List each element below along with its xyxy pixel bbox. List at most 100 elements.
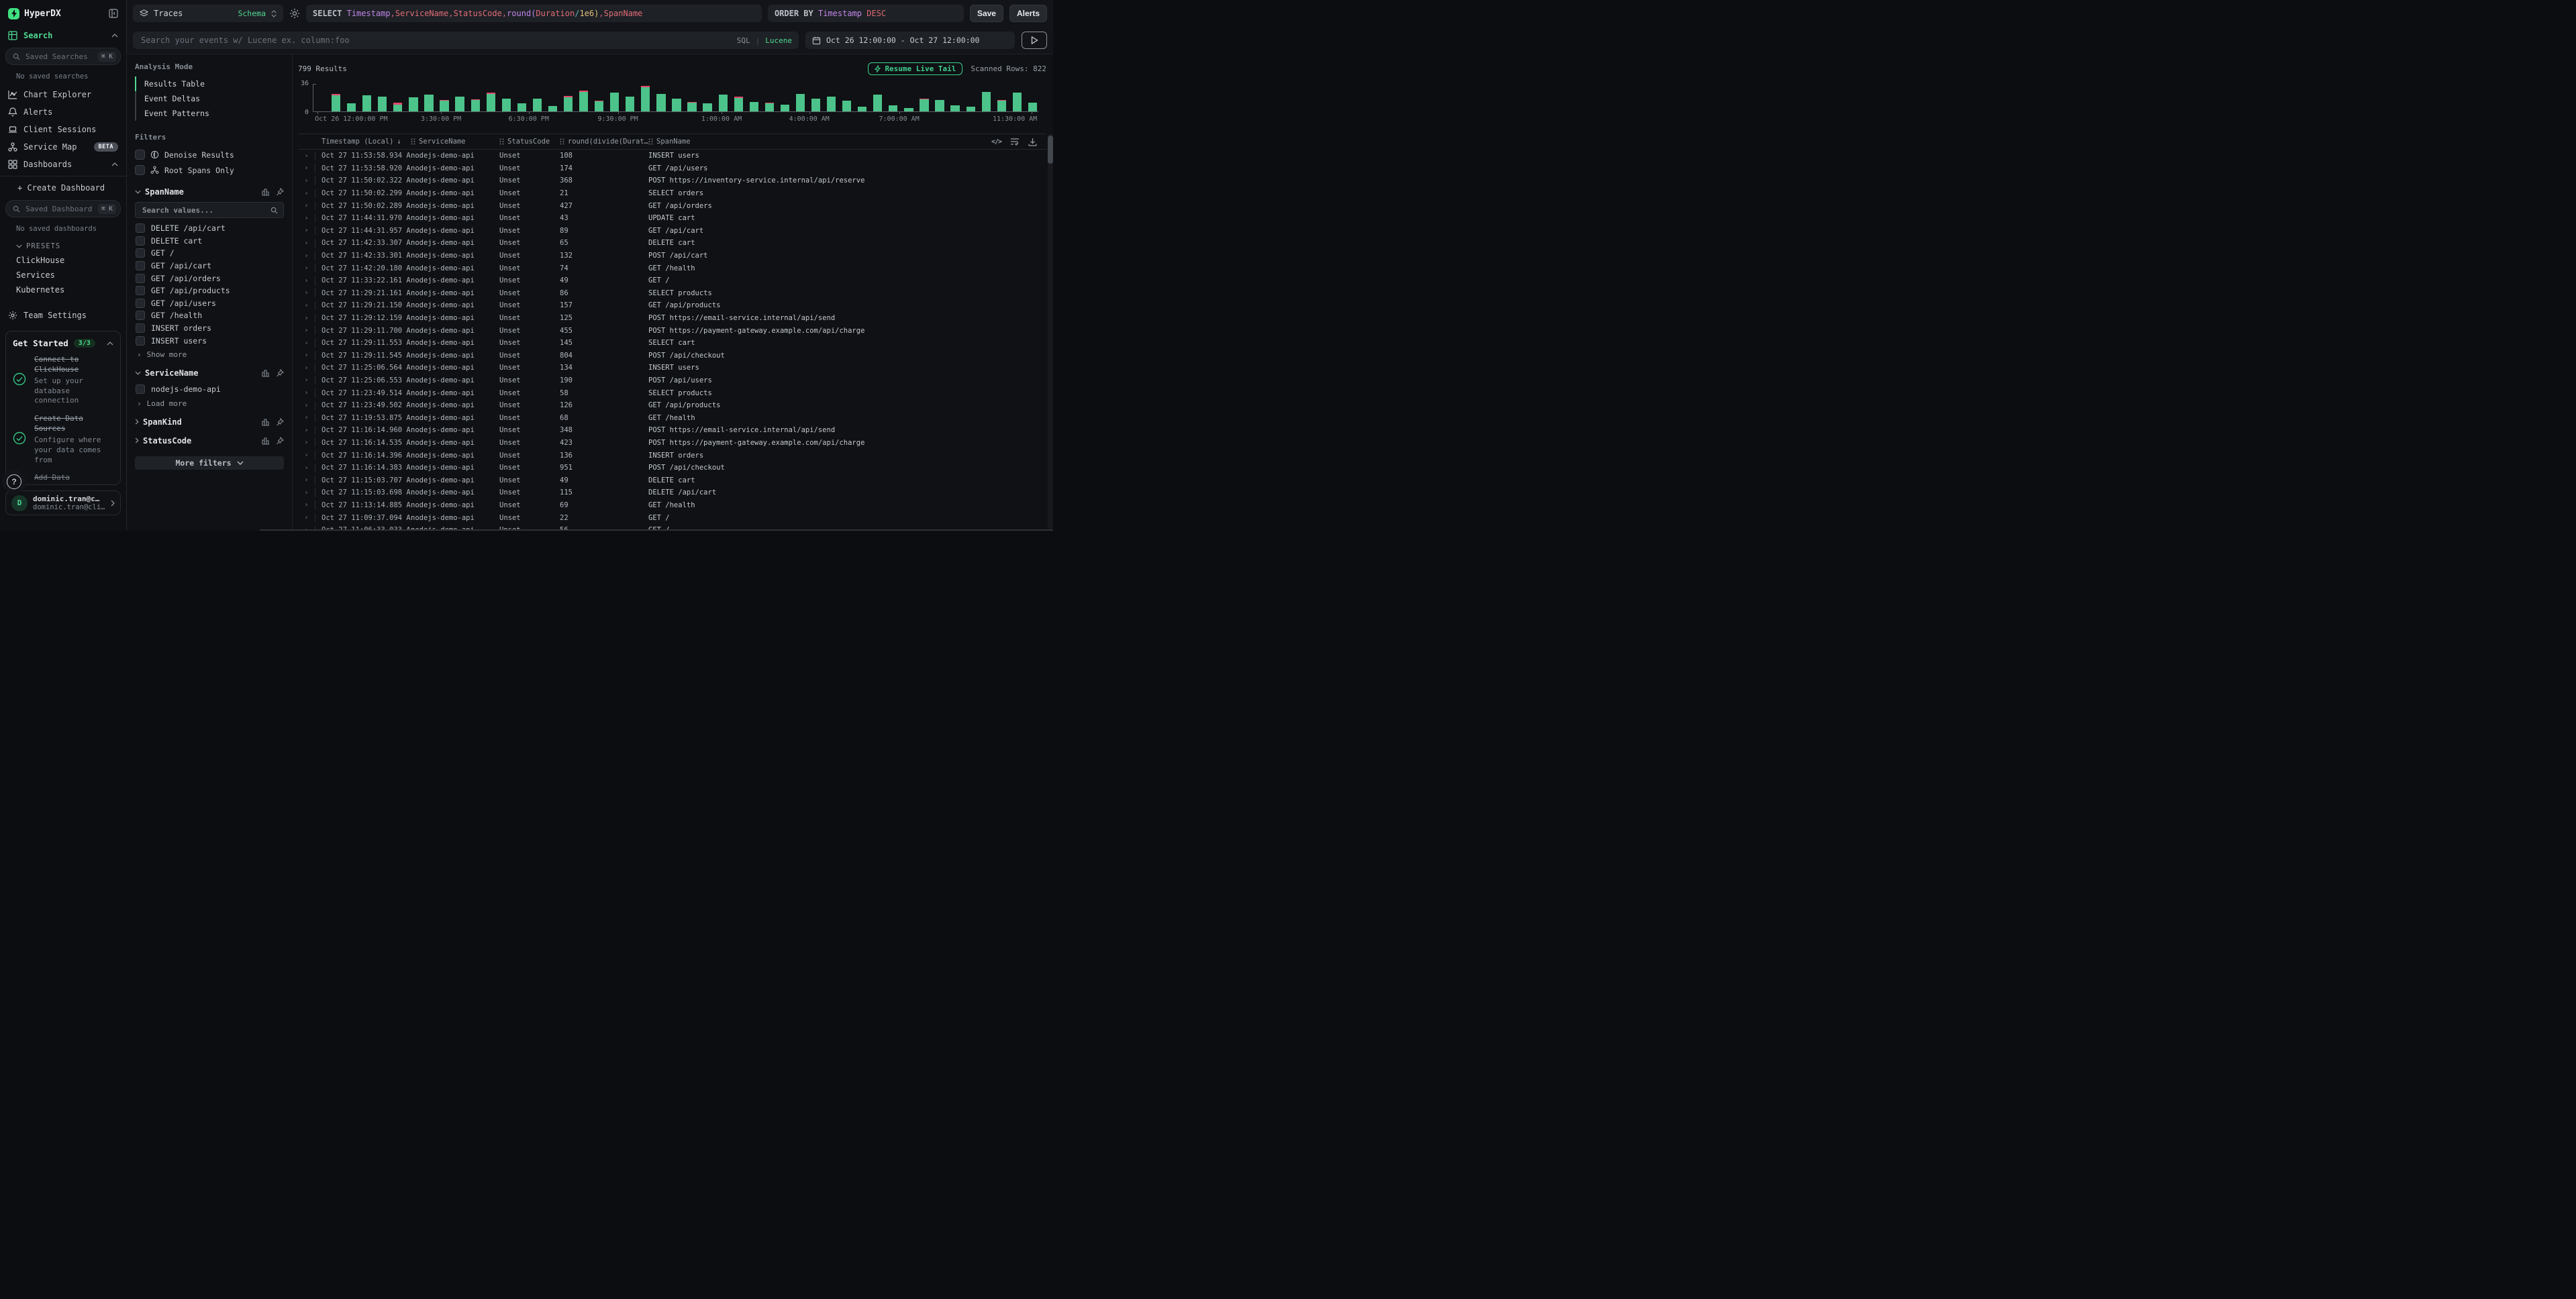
histogram-bar[interactable] — [918, 84, 930, 111]
saved-dashboards-input[interactable]: ⌘ K — [5, 200, 121, 217]
chevron-up-icon[interactable] — [111, 162, 118, 166]
histogram-bar[interactable] — [671, 84, 682, 111]
save-button[interactable]: Save — [970, 5, 1003, 22]
order-by-input[interactable]: ORDER BY Timestamp DESC — [768, 5, 964, 22]
expand-row-icon[interactable]: › — [298, 376, 315, 384]
histogram-bar[interactable] — [315, 84, 326, 111]
filter-value-delete-api-cart[interactable]: DELETE /api/cart — [135, 222, 284, 235]
table-row[interactable]: ›Oct 27 11:16:14.396 AMnodejs-demo-apiUn… — [298, 449, 1046, 462]
preset-services[interactable]: Services — [0, 268, 126, 282]
table-row[interactable]: ›Oct 27 11:42:20.180 AMnodejs-demo-apiUn… — [298, 262, 1046, 274]
column-header-servicename[interactable]: ServiceName — [411, 138, 499, 146]
filter-value-get-api-products[interactable]: GET /api/products — [135, 284, 284, 297]
histogram-bar[interactable] — [687, 84, 698, 111]
table-row[interactable]: ›Oct 27 11:53:58.920 AMnodejs-demo-apiUn… — [298, 162, 1046, 175]
column-header-duration[interactable]: round(divide(Durat… — [560, 138, 648, 146]
chart-icon[interactable] — [262, 418, 270, 426]
histogram-bar[interactable] — [501, 84, 512, 111]
expand-row-icon[interactable]: › — [298, 289, 315, 297]
run-query-button[interactable] — [1022, 32, 1047, 49]
table-row[interactable]: ›Oct 27 11:16:14.960 AMnodejs-demo-apiUn… — [298, 424, 1046, 437]
root-spans-only-toggle[interactable]: Root Spans Only — [135, 162, 284, 178]
histogram-bar[interactable] — [856, 84, 868, 111]
expand-row-icon[interactable]: › — [298, 326, 315, 335]
vertical-scrollbar[interactable] — [1048, 134, 1053, 529]
filter-group-servicename[interactable]: ServiceName — [135, 368, 284, 378]
table-row[interactable]: ›Oct 27 11:23:49.514 AMnodejs-demo-apiUn… — [298, 386, 1046, 399]
expand-row-icon[interactable]: › — [298, 513, 315, 522]
table-row[interactable]: ›Oct 27 11:33:22.161 AMnodejs-demo-apiUn… — [298, 274, 1046, 287]
preset-kubernetes[interactable]: Kubernetes — [0, 282, 126, 297]
sidebar-item-team-settings[interactable]: Team Settings — [0, 307, 126, 324]
table-row[interactable]: ›Oct 27 11:23:49.502 AMnodejs-demo-apiUn… — [298, 399, 1046, 412]
mode-event-patterns[interactable]: Event Patterns — [135, 106, 284, 121]
filter-value-get-api-orders[interactable]: GET /api/orders — [135, 272, 284, 284]
histogram-bar[interactable] — [655, 84, 666, 111]
table-row[interactable]: ›Oct 27 11:15:03.707 AMnodejs-demo-apiUn… — [298, 474, 1046, 486]
expand-row-icon[interactable]: › — [298, 339, 315, 348]
resume-live-tail-button[interactable]: Resume Live Tail — [868, 62, 962, 75]
chart-icon[interactable] — [262, 369, 270, 377]
filter-value-search[interactable] — [135, 202, 284, 218]
histogram-bar[interactable] — [485, 84, 497, 111]
table-row[interactable]: ›Oct 27 11:42:33.307 AMnodejs-demo-apiUn… — [298, 237, 1046, 250]
expand-row-icon[interactable]: › — [298, 501, 315, 509]
filter-value-nodejs-demo-api[interactable]: nodejs-demo-api — [135, 383, 284, 396]
histogram-bar[interactable] — [547, 84, 558, 111]
source-select[interactable]: Traces Schema — [133, 5, 283, 22]
histogram-bar[interactable] — [950, 84, 961, 111]
histogram-bar[interactable] — [795, 84, 806, 111]
expand-row-icon[interactable]: › — [298, 451, 315, 460]
filter-value-get-api-users[interactable]: GET /api/users — [135, 297, 284, 310]
chart-icon[interactable] — [262, 437, 270, 445]
expand-row-icon[interactable]: › — [298, 301, 315, 310]
event-search-input[interactable]: SQL | Lucene — [133, 32, 799, 49]
histogram-bar[interactable] — [562, 84, 574, 111]
histogram-bar[interactable] — [717, 84, 729, 111]
preset-clickhouse[interactable]: ClickHouse — [0, 253, 126, 268]
histogram-bar[interactable] — [346, 84, 357, 111]
histogram-bar[interactable] — [532, 84, 543, 111]
filter-group-spanname[interactable]: SpanName — [135, 187, 284, 197]
histogram-bar[interactable] — [392, 84, 403, 111]
pin-icon[interactable] — [276, 437, 284, 445]
get-started-item[interactable]: Add Data Start sending — [13, 473, 113, 485]
filter-group-spankind[interactable]: SpanKind — [135, 417, 284, 427]
table-row[interactable]: ›Oct 27 11:50:02.289 AMnodejs-demo-apiUn… — [298, 199, 1046, 212]
filter-value-get-health[interactable]: GET /health — [135, 309, 284, 322]
event-search-field[interactable] — [140, 35, 732, 46]
expand-row-icon[interactable]: › — [298, 401, 315, 410]
histogram-bar[interactable] — [702, 84, 713, 111]
checkbox[interactable] — [136, 323, 145, 333]
table-row[interactable]: ›Oct 27 11:29:12.159 AMnodejs-demo-apiUn… — [298, 312, 1046, 325]
checkbox[interactable] — [136, 384, 145, 394]
filter-value-search-field[interactable] — [141, 205, 270, 215]
filter-value-get-api-cart[interactable]: GET /api/cart — [135, 260, 284, 272]
table-row[interactable]: ›Oct 27 11:16:14.383 AMnodejs-demo-apiUn… — [298, 462, 1046, 474]
expand-row-icon[interactable]: › — [298, 413, 315, 422]
expand-row-icon[interactable]: › — [298, 176, 315, 185]
checkbox[interactable] — [136, 299, 145, 308]
expand-row-icon[interactable]: › — [298, 314, 315, 323]
pin-icon[interactable] — [276, 369, 284, 377]
select-query-input[interactable]: SELECT Timestamp,ServiceName,StatusCode,… — [306, 5, 762, 22]
histogram-bar[interactable] — [593, 84, 605, 111]
histogram-bar[interactable] — [996, 84, 1007, 111]
mode-lucene-toggle[interactable]: Lucene — [765, 36, 792, 45]
table-row[interactable]: ›Oct 27 11:29:11.700 AMnodejs-demo-apiUn… — [298, 324, 1046, 337]
more-filters-button[interactable]: More filters — [135, 456, 284, 470]
user-menu[interactable]: D dominic.tran@c… dominic.tran@cli… — [5, 490, 121, 515]
histogram-bar[interactable] — [407, 84, 419, 111]
histogram-bar[interactable] — [609, 84, 620, 111]
filter-group-statuscode[interactable]: StatusCode — [135, 436, 284, 446]
histogram-bar[interactable] — [330, 84, 342, 111]
histogram-bar[interactable] — [624, 84, 636, 111]
collapse-sidebar-icon[interactable] — [109, 9, 118, 18]
histogram-bar[interactable] — [361, 84, 373, 111]
checkbox[interactable] — [136, 286, 145, 295]
checkbox[interactable] — [136, 236, 145, 246]
sidebar-item-dashboards[interactable]: Dashboards — [0, 156, 126, 173]
histogram-bar[interactable] — [841, 84, 852, 111]
expand-row-icon[interactable]: › — [298, 438, 315, 447]
denoise-results-toggle[interactable]: Denoise Results — [135, 147, 284, 162]
